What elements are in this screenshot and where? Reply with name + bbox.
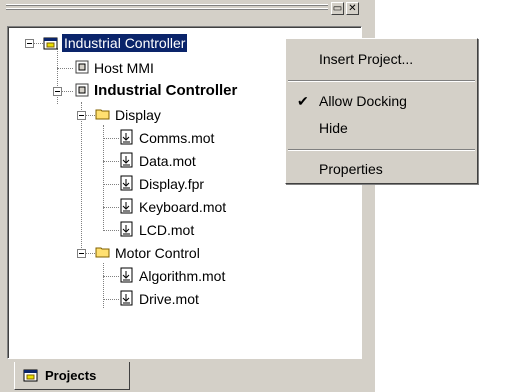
tab-bar: Projects bbox=[0, 362, 375, 392]
tree-item-file[interactable]: Data.mot bbox=[139, 152, 196, 170]
tree-line bbox=[33, 43, 43, 44]
menu-item-label: Allow Docking bbox=[319, 93, 407, 109]
menu-item-label: Hide bbox=[319, 120, 348, 136]
tree-item-file[interactable]: Algorithm.mot bbox=[139, 267, 225, 285]
close-button[interactable]: ✕ bbox=[346, 2, 359, 15]
file-icon bbox=[120, 152, 133, 168]
menu-separator bbox=[288, 80, 475, 82]
tree-item-file[interactable]: Display.fpr bbox=[139, 175, 204, 193]
tree-line bbox=[103, 263, 104, 308]
tree-line bbox=[103, 138, 119, 139]
tree-line bbox=[103, 276, 119, 277]
tree-line bbox=[103, 207, 119, 208]
file-icon bbox=[120, 290, 133, 306]
project-icon bbox=[43, 37, 58, 50]
tree-line bbox=[103, 184, 119, 185]
file-icon bbox=[120, 175, 133, 191]
tree-item-root[interactable]: Industrial Controller bbox=[60, 33, 189, 53]
tree-item-file[interactable]: LCD.mot bbox=[139, 221, 194, 239]
grip-line bbox=[6, 4, 328, 6]
tree-item-file[interactable]: Comms.mot bbox=[139, 129, 214, 147]
menu-separator bbox=[288, 149, 475, 151]
tree-item-motor-control[interactable]: Motor Control bbox=[115, 244, 200, 262]
grip-line bbox=[6, 8, 328, 10]
tree-line bbox=[62, 91, 73, 92]
tree-line bbox=[85, 115, 95, 116]
tree-line bbox=[57, 68, 73, 69]
restore-button[interactable]: ▭ bbox=[331, 2, 344, 15]
tab-projects[interactable]: Projects bbox=[14, 362, 130, 390]
collapse-toggle[interactable] bbox=[53, 87, 62, 96]
folder-icon bbox=[95, 247, 110, 258]
tree-line bbox=[103, 161, 119, 162]
folder-icon bbox=[95, 109, 110, 120]
menu-item-label: Properties bbox=[319, 161, 383, 177]
tree-item-host-mmi[interactable]: Host MMI bbox=[94, 59, 154, 77]
tab-label: Projects bbox=[45, 368, 97, 383]
tree-line bbox=[103, 125, 104, 231]
file-icon bbox=[120, 129, 133, 145]
tree-item-industrial-controller[interactable]: Industrial Controller bbox=[94, 82, 237, 100]
menu-item-insert-project[interactable]: Insert Project... bbox=[286, 47, 477, 71]
collapse-toggle[interactable] bbox=[25, 39, 34, 48]
file-icon bbox=[120, 221, 133, 237]
tree-line bbox=[103, 299, 119, 300]
collapse-toggle[interactable] bbox=[77, 249, 86, 258]
check-icon: ✔ bbox=[297, 93, 309, 109]
project-icon bbox=[75, 60, 89, 74]
project-icon bbox=[23, 369, 38, 382]
project-icon bbox=[75, 83, 89, 97]
tree-item-display[interactable]: Display bbox=[115, 106, 161, 124]
collapse-toggle[interactable] bbox=[77, 111, 86, 120]
panel-grip[interactable] bbox=[6, 3, 328, 13]
tree-line bbox=[81, 102, 82, 252]
menu-item-properties[interactable]: Properties bbox=[286, 157, 477, 181]
menu-item-allow-docking[interactable]: ✔ Allow Docking bbox=[286, 89, 477, 113]
menu-item-hide[interactable]: Hide bbox=[286, 116, 477, 140]
tree-item-file[interactable]: Drive.mot bbox=[139, 290, 199, 308]
tree-item-file[interactable]: Keyboard.mot bbox=[139, 198, 226, 216]
context-menu: Insert Project... ✔ Allow Docking Hide P… bbox=[285, 38, 478, 184]
tree-line bbox=[85, 253, 95, 254]
menu-item-label: Insert Project... bbox=[319, 51, 414, 67]
file-icon bbox=[120, 198, 133, 214]
file-icon bbox=[120, 267, 133, 283]
tree-line bbox=[103, 230, 119, 231]
